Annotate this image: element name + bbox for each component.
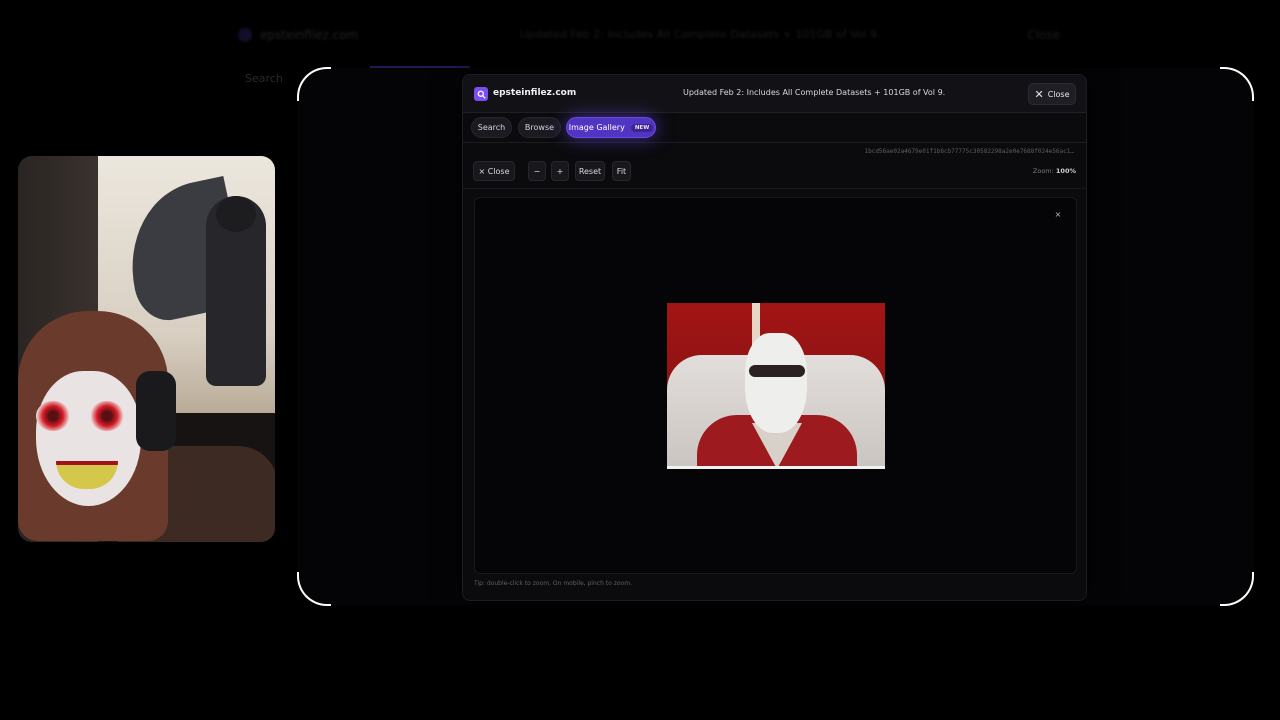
- image-viewer[interactable]: ×: [474, 197, 1077, 574]
- close-icon: ✕: [1034, 87, 1044, 101]
- site-name[interactable]: epsteinfilez.com: [493, 88, 576, 98]
- zoom-in-button[interactable]: +: [551, 161, 569, 181]
- reset-button[interactable]: Reset: [575, 161, 605, 181]
- tab-search[interactable]: Search: [471, 117, 512, 138]
- modal-close-label: Close: [1047, 89, 1070, 99]
- webcam-headset: [136, 371, 176, 451]
- tab-image-gallery[interactable]: Image Gallery NEW: [566, 117, 656, 138]
- viewer-close-button[interactable]: × Close: [473, 161, 515, 181]
- zoom-value: 100%: [1055, 167, 1076, 175]
- search-icon: [477, 90, 486, 99]
- frame-corner-bottom-right: [1220, 572, 1254, 606]
- background-close: Close: [1027, 28, 1060, 42]
- frame-corner-bottom-left: [297, 572, 331, 606]
- webcam-mask-eye-right: [90, 401, 124, 431]
- background-banner: Updated Feb 2: Includes All Complete Dat…: [520, 28, 881, 41]
- frame-corner-top-left: [297, 67, 331, 101]
- modal-close-button[interactable]: ✕ Close: [1028, 83, 1076, 105]
- viewer-toolbar: × Close − + Reset Fit Zoom: 100%: [463, 159, 1086, 189]
- viewer-dismiss-icon[interactable]: ×: [1052, 208, 1064, 220]
- zoom-label: Zoom:: [1032, 167, 1054, 175]
- webcam-overlay: [18, 156, 275, 542]
- tab-image-gallery-label: Image Gallery: [568, 123, 625, 132]
- tab-browse[interactable]: Browse: [518, 117, 561, 138]
- frame-corner-top-right: [1220, 67, 1254, 101]
- background-logo-icon: [238, 28, 252, 42]
- background-site-name: epsteinfilez.com: [260, 28, 359, 42]
- gallery-image[interactable]: [667, 303, 885, 469]
- update-banner: Updated Feb 2: Includes All Complete Dat…: [683, 88, 946, 97]
- photo-sunglasses: [749, 365, 805, 377]
- new-badge: NEW: [630, 123, 654, 132]
- image-viewer-modal: epsteinfilez.com Updated Feb 2: Includes…: [462, 74, 1087, 601]
- zoom-out-button[interactable]: −: [528, 161, 546, 181]
- webcam-mask-eye-left: [36, 401, 70, 431]
- zoom-indicator: Zoom: 100%: [1033, 167, 1076, 175]
- fit-button[interactable]: Fit: [612, 161, 631, 181]
- tab-search-label: Search: [477, 123, 506, 132]
- tab-browse-label: Browse: [524, 123, 555, 132]
- tab-bar: Search Browse Image Gallery NEW: [463, 113, 1086, 143]
- site-logo[interactable]: [474, 87, 488, 101]
- background-header: epsteinfilez.com Updated Feb 2: Includes…: [230, 18, 1060, 54]
- photo-white-hood: [745, 333, 807, 433]
- file-hash: 1bcd56ae02a4679e01f1b6cb77775c30582298a2…: [864, 148, 1074, 155]
- webcam-painting-cat-face: [216, 196, 256, 232]
- zoom-tip: Tip: double-click to zoom. On mobile, pi…: [474, 580, 632, 587]
- background-tab: Search: [245, 72, 283, 85]
- modal-header: epsteinfilez.com Updated Feb 2: Includes…: [463, 75, 1086, 113]
